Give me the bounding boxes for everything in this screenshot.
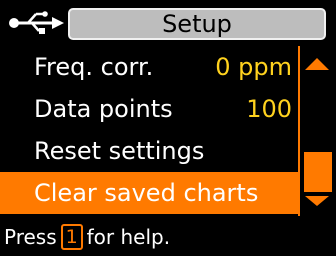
chevron-up-icon[interactable] [305, 58, 329, 70]
settings-menu: Freq. corr. 0 ppm Data points 100 Reset … [0, 46, 298, 214]
menu-item-label: Clear saved charts [34, 179, 259, 207]
menu-item-label: Freq. corr. [34, 53, 154, 81]
menu-scrollbar[interactable] [298, 46, 334, 216]
key-1-badge: 1 [60, 223, 83, 250]
help-hint: Press 1 for help. [4, 220, 170, 254]
menu-item-label: Data points [34, 95, 173, 123]
scrollbar-thumb[interactable] [304, 152, 332, 192]
help-hint-prefix: Press [4, 225, 57, 249]
menu-item-value: 0 ppm [215, 53, 292, 81]
menu-item-value: 100 [246, 95, 292, 123]
usb-icon [9, 11, 64, 34]
menu-item-reset-settings[interactable]: Reset settings [0, 130, 298, 172]
menu-item-label: Reset settings [34, 137, 205, 165]
menu-item-data-points[interactable]: Data points 100 [0, 88, 298, 130]
chevron-down-icon[interactable] [305, 196, 329, 206]
screen-title: Setup [68, 8, 326, 40]
help-hint-suffix: for help. [86, 225, 171, 249]
device-screen: Setup Freq. corr. 0 ppm Data points 100 … [0, 0, 336, 256]
menu-item-clear-saved-charts[interactable]: Clear saved charts [0, 172, 298, 214]
menu-item-freq-corr[interactable]: Freq. corr. 0 ppm [0, 46, 298, 88]
